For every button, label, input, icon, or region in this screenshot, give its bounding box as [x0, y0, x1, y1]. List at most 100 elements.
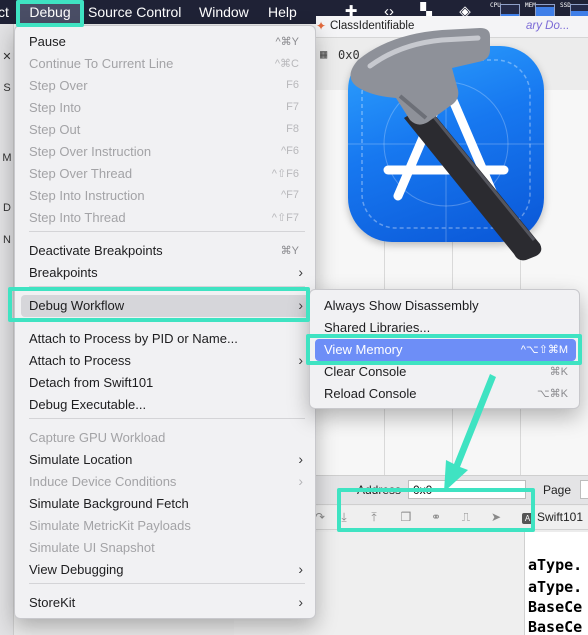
thread-icon[interactable]: M [1, 152, 13, 164]
menu-item-simulate-background-fetch[interactable]: Simulate Background Fetch [21, 493, 311, 515]
menu-item-shortcut: ^⇧F6 [271, 168, 299, 180]
menu-separator [29, 231, 305, 232]
highlight-view-memory [306, 334, 582, 365]
chevron-right-icon: › [298, 473, 303, 489]
chevron-right-icon: › [298, 264, 303, 280]
menu-item-step-over-instruction[interactable]: Step Over Instruction ^F6 [21, 141, 311, 163]
menu-item-label: Step Over Thread [29, 166, 133, 181]
annotation-arrow [444, 374, 496, 492]
menu-item-step-into-thread[interactable]: Step Into Thread ^⇧F7 [21, 207, 311, 229]
menu-item-shortcut: ^F7 [281, 189, 299, 201]
menu-item-shortcut: ^F6 [281, 145, 299, 157]
menu-item-deactivate-breakpoints[interactable]: Deactivate Breakpoints ⌘Y [21, 240, 311, 262]
chevron-right-icon: › [298, 451, 303, 467]
menu-item-debug-executable[interactable]: Debug Executable... [21, 394, 311, 416]
chevron-right-icon: › [298, 352, 303, 368]
menu-item-storekit[interactable]: StoreKit › [21, 592, 311, 614]
menubar-item-window[interactable]: Window [199, 0, 249, 24]
menubar-item-product[interactable]: ct [0, 0, 9, 24]
menu-item-simulate-location[interactable]: Simulate Location › [21, 449, 311, 471]
menu-item-shortcut: ^⇧F7 [271, 212, 299, 224]
disclosure-icon[interactable]: D [1, 202, 13, 214]
console-line: BaseCe [528, 618, 583, 635]
menu-item-label: Continue To Current Line [29, 56, 174, 71]
menu-item-step-into[interactable]: Step Into F7 [21, 97, 311, 119]
menu-item-label: Step Into [29, 100, 82, 115]
menu-item-label: Step Out [29, 122, 81, 137]
menu-item-shortcut: F8 [286, 123, 299, 135]
menu-separator [29, 418, 305, 419]
swift-file-icon: ✦ [316, 19, 327, 33]
submenu-item-shortcut: ⌥⌘K [536, 388, 568, 400]
menu-item-label: View Debugging [29, 562, 124, 577]
menu-item-label: Step Over Instruction [29, 144, 152, 159]
menu-item-induce-device-conditions[interactable]: Induce Device Conditions › [21, 471, 311, 493]
menubar-item-source-control[interactable]: Source Control [88, 0, 181, 24]
menu-item-label: Deactivate Breakpoints [29, 243, 163, 258]
menu-item-shortcut: F6 [286, 79, 299, 91]
menu-item-label: Simulate Background Fetch [29, 496, 189, 511]
submenu-item-label: Clear Console [324, 364, 407, 379]
menu-item-view-debugging[interactable]: View Debugging › [21, 559, 311, 581]
debug-menu: Pause ^⌘Y Continue To Current Line ^⌘C Step … [14, 25, 316, 619]
console-line: aType. [528, 578, 583, 596]
menu-item-label: Detach from Swift101 [29, 375, 154, 390]
menu-item-capture-gpu-workload[interactable]: Capture GPU Workload [21, 427, 311, 449]
menu-item-label: Pause [29, 34, 66, 49]
navigator-strip: ✕ S M D N [0, 24, 14, 635]
menu-item-label: Induce Device Conditions [29, 474, 177, 489]
menu-item-label: Step Over [29, 78, 88, 93]
page-field[interactable] [580, 480, 588, 499]
scheme-icon[interactable]: S [1, 82, 13, 94]
console-line: BaseCe [528, 598, 583, 616]
menu-item-label: Simulate MetricKit Payloads [29, 518, 191, 533]
menu-item-label: Attach to Process [29, 353, 131, 368]
highlight-debug-menu [16, 0, 84, 27]
submenu-item-label: Shared Libraries... [324, 320, 431, 335]
menu-item-attach-by-pid[interactable]: Attach to Process by PID or Name... [21, 328, 311, 350]
menu-item-shortcut: F7 [286, 101, 299, 113]
menu-item-label: Debug Executable... [29, 397, 147, 412]
hammer-icon [350, 28, 542, 261]
memory-meter-label: MEM [525, 2, 536, 9]
menu-item-label: Step Into Thread [29, 210, 126, 225]
menu-item-step-out[interactable]: Step Out F8 [21, 119, 311, 141]
menu-item-attach-to-process[interactable]: Attach to Process › [21, 350, 311, 372]
console-line: aType. [528, 556, 583, 574]
ssd-meter-label: SSD [560, 2, 571, 9]
page-label: Page [543, 483, 572, 497]
menu-item-label: Capture GPU Workload [29, 430, 166, 445]
menu-item-label: Simulate UI Snapshot [29, 540, 155, 555]
menu-item-shortcut: ^⌘C [274, 58, 299, 70]
submenu-item-label: Reload Console [324, 386, 417, 401]
menu-item-label: Attach to Process by PID or Name... [29, 331, 238, 346]
cpu-meter-label: CPU [490, 2, 501, 9]
menu-item-label: StoreKit [29, 595, 76, 610]
menu-item-breakpoints[interactable]: Breakpoints › [21, 262, 311, 284]
highlight-debug-workflow [8, 287, 310, 322]
menu-item-step-over[interactable]: Step Over F6 [21, 75, 311, 97]
menu-item-shortcut: ^⌘Y [275, 36, 300, 48]
menu-item-step-over-thread[interactable]: Step Over Thread ^⇧F6 [21, 163, 311, 185]
menu-item-label: Breakpoints [29, 265, 98, 280]
menu-item-continue-to-current-line[interactable]: Continue To Current Line ^⌘C [21, 53, 311, 75]
close-icon[interactable]: ✕ [1, 50, 13, 63]
menu-item-label: Simulate Location [29, 452, 133, 467]
menu-item-step-into-instruction[interactable]: Step Into Instruction ^F7 [21, 185, 311, 207]
menu-item-pause[interactable]: Pause ^⌘Y [21, 31, 311, 53]
debug-target-label: Swift101 [537, 510, 584, 524]
menu-item-simulate-ui-snapshot[interactable]: Simulate UI Snapshot [21, 537, 311, 559]
submenu-item-label: Always Show Disassembly [324, 298, 479, 313]
group-icon[interactable]: N [1, 234, 13, 246]
submenu-item-shortcut: ⌘K [549, 366, 568, 378]
chip-icon: ▦ [320, 47, 328, 61]
menubar-item-help[interactable]: Help [268, 0, 297, 24]
menu-item-simulate-metrickit[interactable]: Simulate MetricKit Payloads [21, 515, 311, 537]
menu-item-label: Step Into Instruction [29, 188, 145, 203]
chevron-right-icon: › [298, 594, 303, 610]
submenu-item-always-show-disassembly[interactable]: Always Show Disassembly [315, 295, 576, 317]
menu-item-shortcut: ⌘Y [280, 245, 299, 257]
menu-item-detach[interactable]: Detach from Swift101 [21, 372, 311, 394]
menu-separator [29, 583, 305, 584]
chevron-right-icon: › [298, 561, 303, 577]
